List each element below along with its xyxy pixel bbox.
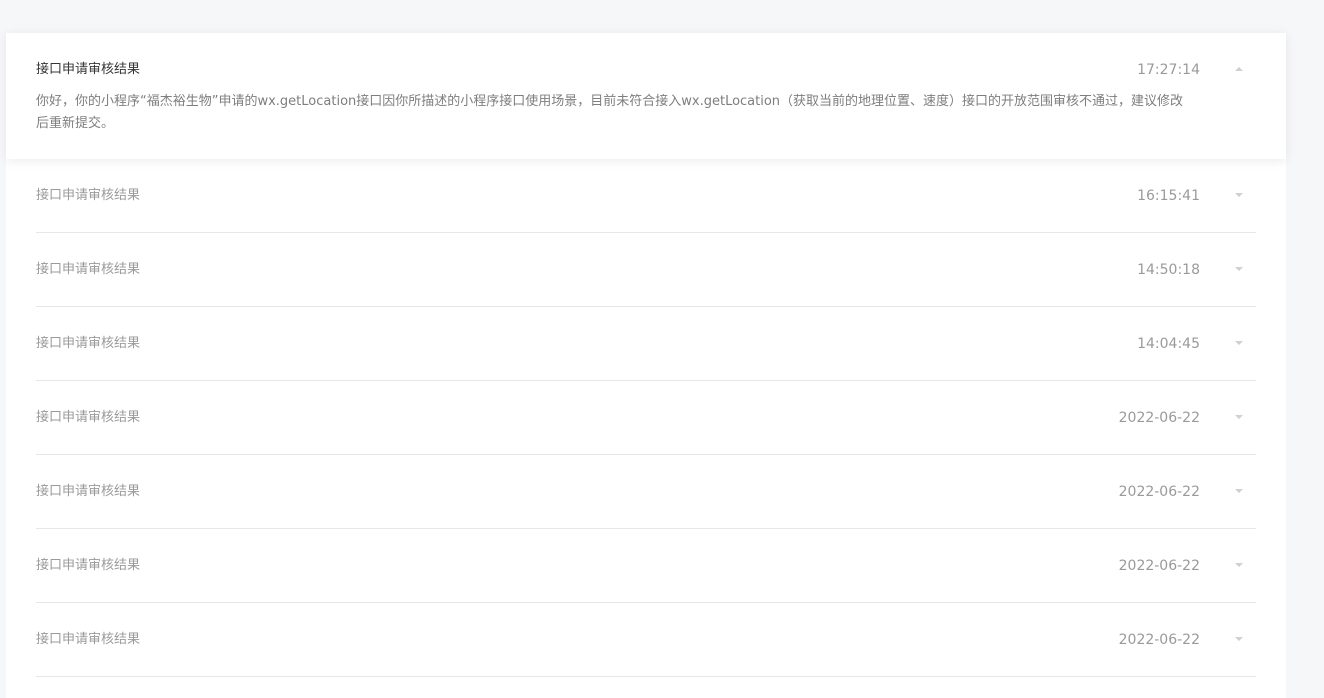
- chevron-down-icon[interactable]: [1235, 563, 1243, 567]
- message-time: 14:04:45: [1137, 336, 1200, 352]
- chevron-down-icon[interactable]: [1235, 267, 1243, 271]
- message-list: 接口申请审核结果 17:27:14 你好，你的小程序“福杰裕生物”申请的wx.g…: [6, 33, 1286, 698]
- chevron-down-icon[interactable]: [1235, 489, 1243, 493]
- message-time: 2022-06-22: [1118, 484, 1200, 500]
- message-item[interactable]: 接口申请审核结果 14:50:18: [36, 233, 1256, 307]
- message-title: 接口申请审核结果: [36, 336, 141, 351]
- chevron-down-icon[interactable]: [1235, 341, 1243, 345]
- message-title: 接口申请审核结果: [36, 632, 141, 647]
- message-item[interactable]: 接口申请审核结果 2022-06-22: [36, 603, 1256, 677]
- chevron-down-icon[interactable]: [1235, 415, 1243, 419]
- message-item[interactable]: 接口申请审核结果 2022-06-22: [36, 455, 1256, 529]
- message-time: 14:50:18: [1137, 262, 1200, 278]
- message-time: 16:15:41: [1137, 188, 1200, 204]
- chevron-down-icon[interactable]: [1235, 193, 1243, 197]
- page-background-edge: [1286, 0, 1324, 698]
- message-time: 17:27:14: [1137, 62, 1200, 78]
- message-body: 你好，你的小程序“福杰裕生物”申请的wx.getLocation接口因你所描述的…: [36, 94, 1184, 131]
- chevron-down-icon[interactable]: [1235, 637, 1243, 641]
- message-title: 接口申请审核结果: [36, 484, 141, 499]
- message-title: 接口申请审核结果: [36, 62, 141, 77]
- message-item[interactable]: 接口申请审核结果 2022-06-22: [36, 381, 1256, 455]
- message-title: 接口申请审核结果: [36, 558, 141, 573]
- message-time: 2022-06-22: [1118, 410, 1200, 426]
- message-item[interactable]: 接口申请审核结果 16:15:41: [36, 159, 1256, 233]
- message-item[interactable]: 接口申请审核结果 14:04:45: [36, 307, 1256, 381]
- message-time: 2022-06-22: [1118, 558, 1200, 574]
- message-time: 2022-06-22: [1118, 632, 1200, 648]
- message-title: 接口申请审核结果: [36, 262, 141, 277]
- message-title: 接口申请审核结果: [36, 410, 141, 425]
- message-item[interactable]: 接口申请审核结果 2022-06-22: [36, 529, 1256, 603]
- chevron-up-icon[interactable]: [1235, 67, 1243, 71]
- message-title: 接口申请审核结果: [36, 188, 141, 203]
- message-item-expanded[interactable]: 接口申请审核结果 17:27:14 你好，你的小程序“福杰裕生物”申请的wx.g…: [6, 33, 1286, 159]
